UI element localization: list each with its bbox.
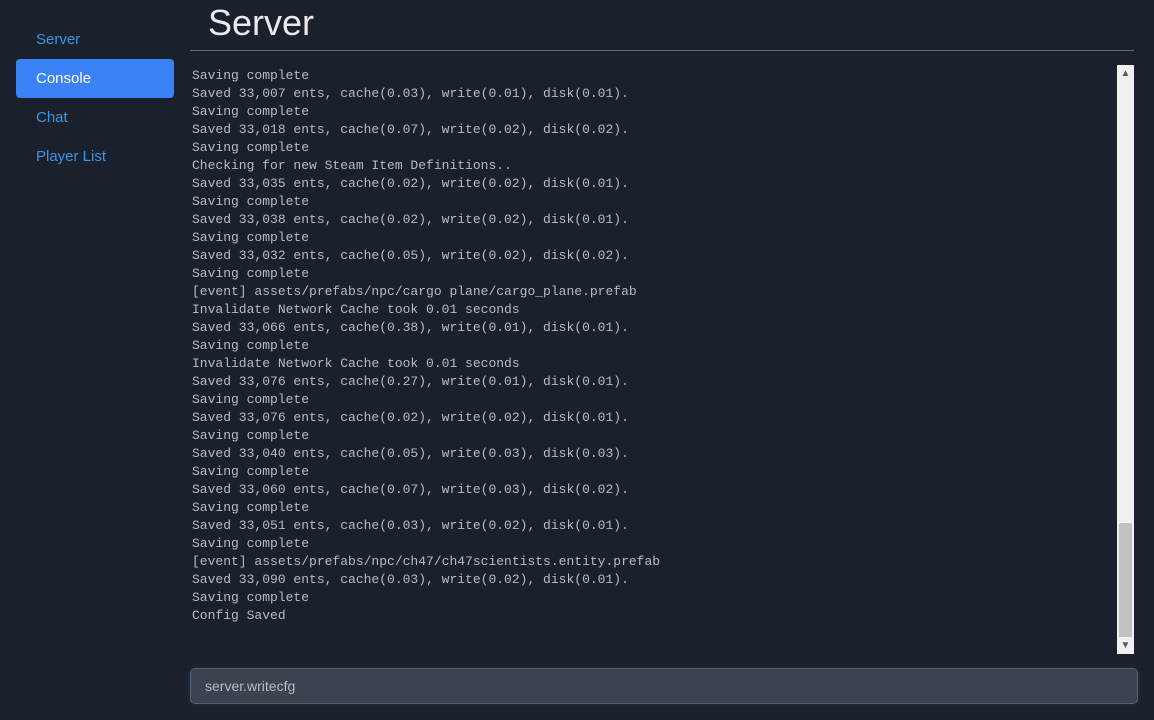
scroll-up-arrow[interactable]: ▲ xyxy=(1117,65,1134,82)
console-output[interactable]: Saving complete Saved 33,007 ents, cache… xyxy=(190,65,1117,654)
sidebar-item-player-list[interactable]: Player List xyxy=(16,137,174,176)
main-panel: Server Saving complete Saved 33,007 ents… xyxy=(190,0,1154,720)
sidebar-item-label: Player List xyxy=(36,148,106,165)
sidebar-item-label: Chat xyxy=(36,109,68,126)
console-output-container: Saving complete Saved 33,007 ents, cache… xyxy=(190,65,1134,654)
sidebar-item-label: Console xyxy=(36,70,91,87)
scroll-down-arrow[interactable]: ▼ xyxy=(1117,637,1134,654)
sidebar-item-server[interactable]: Server xyxy=(16,20,174,59)
scrollbar-thumb[interactable] xyxy=(1119,523,1132,639)
scrollbar[interactable]: ▲ ▼ xyxy=(1117,65,1134,654)
sidebar: Server Console Chat Player List xyxy=(0,0,190,720)
sidebar-item-label: Server xyxy=(36,31,80,48)
command-input[interactable] xyxy=(190,668,1138,704)
sidebar-item-chat[interactable]: Chat xyxy=(16,98,174,137)
sidebar-item-console[interactable]: Console xyxy=(16,59,174,98)
page-title: Server xyxy=(190,0,1134,51)
